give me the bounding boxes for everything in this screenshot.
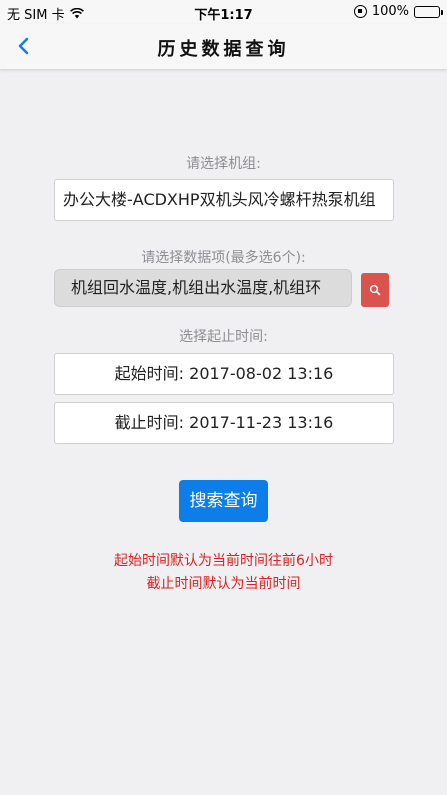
time-label: 选择起止时间: — [179, 329, 268, 345]
battery-icon — [414, 5, 443, 18]
search-icon — [369, 284, 381, 296]
status-right: 100% — [353, 4, 443, 19]
note-end-default: 截止时间默认为当前时间 — [146, 576, 301, 592]
note-start-default: 起始时间默认为当前时间往前6小时 — [114, 553, 333, 569]
end-time-field[interactable]: 截止时间: 2017-11-23 13:16 — [54, 402, 394, 444]
unit-label: 请选择机组: — [186, 156, 261, 172]
orientation-lock-icon — [353, 5, 367, 18]
items-label: 请选择数据项(最多选6个): — [141, 250, 306, 266]
search-query-button[interactable]: 搜索查询 — [179, 480, 268, 522]
status-bar: 无 SIM 卡 下午1:17 100% — [0, 0, 447, 24]
nav-bar: 历史数据查询 — [0, 24, 447, 70]
start-time-field[interactable]: 起始时间: 2017-08-02 13:16 — [54, 353, 394, 395]
unit-select[interactable]: 办公大楼-ACDXHP双机头风冷螺杆热泵机组 — [54, 179, 394, 221]
search-items-button[interactable] — [361, 273, 389, 307]
battery-percent: 100% — [371, 4, 409, 19]
page-title: 历史数据查询 — [157, 39, 290, 60]
data-items-field[interactable]: 机组回水温度,机组出水温度,机组环 — [54, 269, 352, 307]
